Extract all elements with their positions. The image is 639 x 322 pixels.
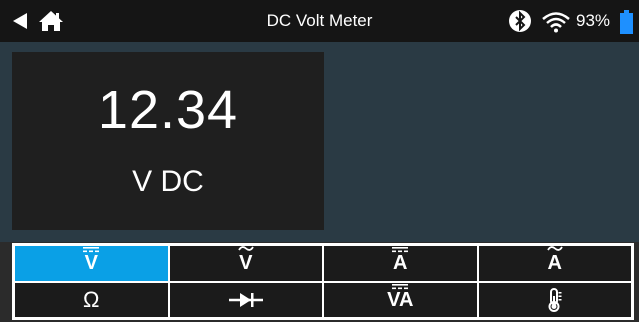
status-bar: DC Volt Meter 93% — [0, 0, 639, 42]
home-icon[interactable] — [38, 10, 64, 32]
mode-ac-volts-button[interactable]: V — [168, 245, 323, 282]
reading-value: 12.34 — [97, 80, 239, 140]
bluetooth-icon — [509, 10, 531, 32]
mode-selector: V V A A Ω VA — [12, 243, 634, 320]
back-arrow-icon[interactable] — [12, 12, 28, 30]
ac-volts-icon: V — [237, 246, 254, 273]
reading-display: 12.34 V DC — [12, 52, 324, 230]
mode-diode-button[interactable] — [168, 281, 323, 318]
mode-ac-amps-button[interactable]: A — [477, 245, 632, 282]
dc-va-icon: VA — [387, 283, 413, 310]
dc-amps-icon: A — [392, 247, 409, 273]
diode-icon — [228, 292, 263, 307]
reading-unit: V DC — [132, 165, 204, 198]
wifi-icon — [542, 12, 570, 33]
battery-percentage: 93% — [576, 11, 611, 30]
mode-dc-va-button[interactable]: VA — [323, 281, 478, 318]
thermometer-icon — [548, 287, 562, 312]
mode-dc-amps-button[interactable]: A — [323, 245, 478, 282]
ohm-icon: Ω — [83, 286, 100, 312]
mode-dc-volts-button[interactable]: V — [14, 245, 169, 282]
main-panel: 12.34 V DC — [0, 42, 639, 242]
ac-amps-icon: A — [546, 246, 563, 273]
mode-resistance-button[interactable]: Ω — [14, 281, 169, 318]
battery-icon — [620, 10, 633, 34]
screen: DC Volt Meter 93% 12.34 V DC V V A A Ω V… — [0, 0, 639, 322]
mode-temperature-button[interactable] — [477, 281, 632, 318]
dc-volts-icon: V — [83, 247, 100, 273]
